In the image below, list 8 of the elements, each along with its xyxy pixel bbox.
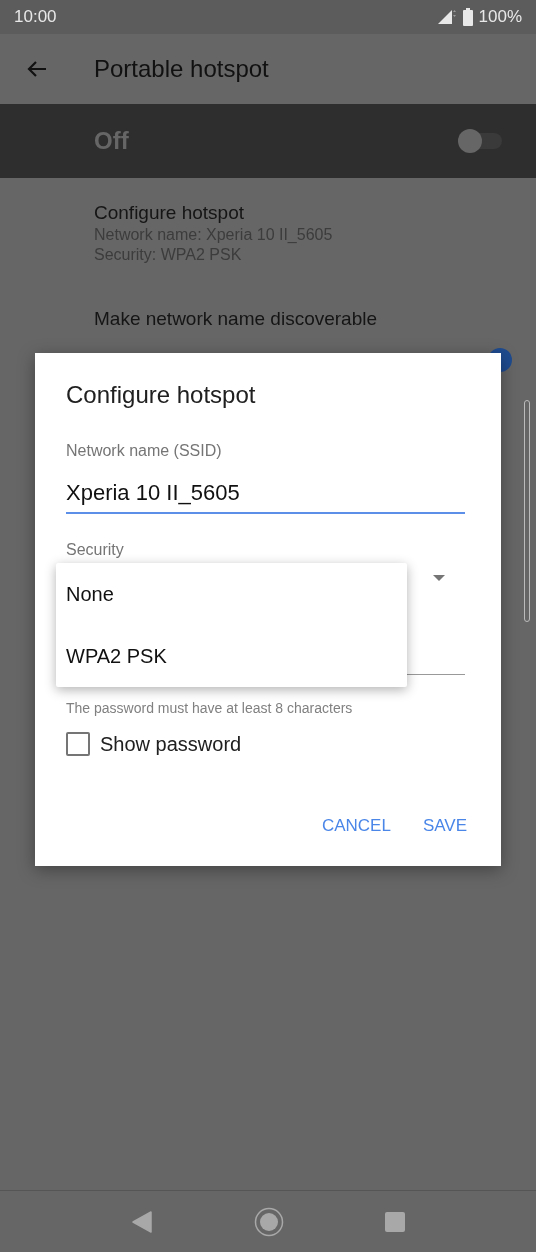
field-label: Security: [66, 541, 125, 559]
field-label: Network name (SSID): [66, 442, 223, 460]
dialog-title: Configure hotspot: [66, 381, 257, 409]
switch-label: Off: [94, 127, 129, 155]
clock-time: 10:00: [14, 7, 57, 27]
page-title: Portable hotspot: [94, 55, 269, 83]
password-hint: The password must have at least 8 characters: [66, 700, 354, 716]
battery-percent: 100%: [478, 7, 522, 27]
